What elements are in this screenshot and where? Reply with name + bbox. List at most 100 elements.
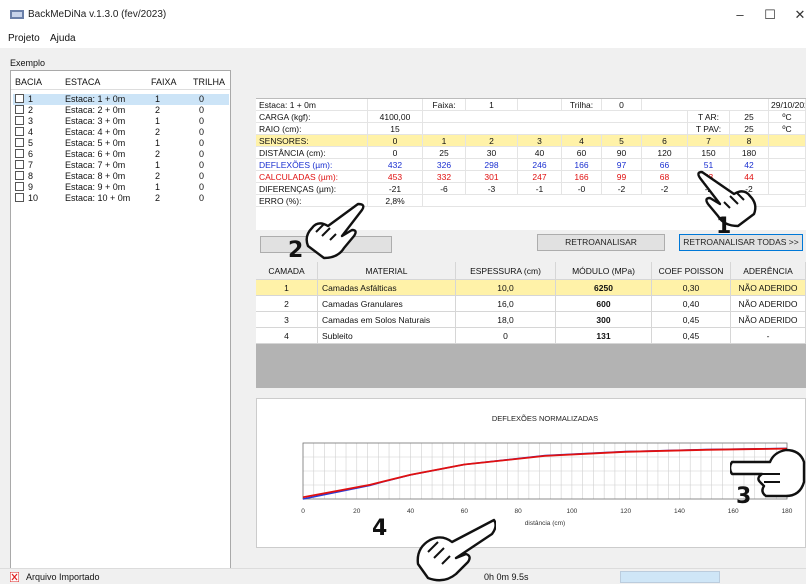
bacia-list[interactable]: BACIA ESTACA FAIXA TRILHA 1 Estaca: 1 + 0… <box>10 70 231 570</box>
tar-label: T AR: <box>688 111 730 123</box>
layer-cell-aderencia[interactable]: NÃO ADERIDO <box>731 312 806 328</box>
sensor-value: 4 <box>562 135 602 147</box>
layer-cell-poisson[interactable]: 0,45 <box>652 312 731 328</box>
layer-cell-material: Camadas Asfálticas <box>318 280 456 296</box>
maximize-button[interactable]: ☐ <box>758 6 782 24</box>
cell-bacia: 9 <box>28 182 34 192</box>
row-checkbox[interactable] <box>15 149 24 158</box>
layer-cell-modulo[interactable]: 600 <box>556 296 652 312</box>
cell-trilha: 0 <box>199 127 205 137</box>
cell-trilha: 0 <box>199 160 205 170</box>
layers-col-header[interactable]: CAMADA <box>256 262 318 280</box>
cell-faixa: 1 <box>155 160 161 170</box>
list-item[interactable]: 2 Estaca: 2 + 0m 2 0 <box>13 105 229 116</box>
row-checkbox[interactable] <box>15 160 24 169</box>
retroanalisar-button[interactable]: RETROANALISAR <box>537 234 665 251</box>
callout-number-1: 1 <box>716 214 732 239</box>
list-item[interactable]: 3 Estaca: 3 + 0m 1 0 <box>13 116 229 127</box>
sensor-value: 7 <box>688 135 730 147</box>
list-item[interactable]: 1 Estaca: 1 + 0m 1 0 <box>13 94 229 105</box>
empty-cell <box>423 111 688 123</box>
list-item[interactable]: 4 Estaca: 4 + 0m 2 0 <box>13 127 229 138</box>
layer-cell-espessura[interactable]: 18,0 <box>456 312 556 328</box>
sensor-value: 2 <box>466 135 518 147</box>
tar-value: 25 <box>730 111 769 123</box>
list-item[interactable]: 9 Estaca: 9 + 0m 1 0 <box>13 182 229 193</box>
retroanalisar-todas-button[interactable]: RETROANALISAR TODAS >> <box>679 234 803 251</box>
sensor-value: 60 <box>562 147 602 159</box>
sensor-value: -2 <box>602 183 642 195</box>
sensor-value: 453 <box>368 171 423 183</box>
list-item[interactable]: 5 Estaca: 5 + 0m 1 0 <box>13 138 229 149</box>
row-checkbox[interactable] <box>15 116 24 125</box>
cell-trilha: 0 <box>199 105 205 115</box>
file-error-icon <box>10 572 19 582</box>
layer-cell-poisson[interactable]: 0,45 <box>652 328 731 344</box>
close-button[interactable]: ✕ <box>788 6 806 24</box>
sensor-value: 5 <box>602 135 642 147</box>
faixa-label: Faixa: <box>423 99 466 111</box>
row-checkbox[interactable] <box>15 193 24 202</box>
cell-bacia: 2 <box>28 105 34 115</box>
row-checkbox[interactable] <box>15 94 24 103</box>
cell-estaca: Estaca: 6 + 0m <box>65 149 126 159</box>
row-checkbox[interactable] <box>15 105 24 114</box>
layers-col-header[interactable]: ADERÊNCIA <box>731 262 806 280</box>
layers-col-header[interactable]: MATERIAL <box>318 262 456 280</box>
layer-cell-aderencia[interactable]: NÃO ADERIDO <box>731 280 806 296</box>
sensor-value: 40 <box>518 147 562 159</box>
list-item[interactable]: 7 Estaca: 7 + 0m 1 0 <box>13 160 229 171</box>
x-tick-label: 100 <box>566 508 577 515</box>
pointing-hand-icon <box>305 202 365 260</box>
layer-cell-modulo[interactable]: 131 <box>556 328 652 344</box>
layer-cell-espessura[interactable]: 10,0 <box>456 280 556 296</box>
row-checkbox[interactable] <box>15 138 24 147</box>
layer-cell-poisson[interactable]: 0,30 <box>652 280 731 296</box>
cell-bacia: 5 <box>28 138 34 148</box>
minimize-button[interactable]: – <box>728 6 752 24</box>
row-checkbox[interactable] <box>15 171 24 180</box>
row-checkbox[interactable] <box>15 182 24 191</box>
layers-col-header[interactable]: MÓDULO (MPa) <box>556 262 652 280</box>
list-item[interactable]: 6 Estaca: 6 + 0m 2 0 <box>13 149 229 160</box>
sensor-value: -2 <box>642 183 688 195</box>
layers-col-header[interactable]: COEF POISSON <box>652 262 731 280</box>
layer-cell-poisson[interactable]: 0,40 <box>652 296 731 312</box>
layer-cell-modulo[interactable]: 6250 <box>556 280 652 296</box>
empty-cell <box>423 123 688 135</box>
col-header-trilha[interactable]: TRILHA <box>193 77 225 87</box>
date-value: 29/10/2023 <box>769 99 806 111</box>
layer-cell-aderencia[interactable]: - <box>731 328 806 344</box>
sensor-value: 97 <box>602 159 642 171</box>
trilha-value: 0 <box>602 99 642 111</box>
list-item[interactable]: 10 Estaca: 10 + 0m 2 0 <box>13 193 229 204</box>
col-header-estaca[interactable]: ESTACA <box>65 77 100 87</box>
sensor-row-label: DISTÂNCIA (cm): <box>256 147 368 159</box>
sensor-row-label: DIFERENÇAS (µm): <box>256 183 368 195</box>
menu-projeto[interactable]: Projeto <box>8 33 40 44</box>
sensor-value: 432 <box>368 159 423 171</box>
layer-cell-n: 2 <box>256 296 318 312</box>
layers-table: CAMADA MATERIAL ESPESSURA (cm) MÓDULO (MPa)… <box>256 262 806 388</box>
header-divider <box>11 89 230 90</box>
col-header-bacia[interactable]: BACIA <box>15 77 42 87</box>
layer-cell-espessura[interactable]: 0 <box>456 328 556 344</box>
sensor-value: 1 <box>423 135 466 147</box>
cell-faixa: 1 <box>155 94 161 104</box>
tab-exemplo[interactable]: Exemplo <box>10 58 45 68</box>
layer-cell-espessura[interactable]: 16,0 <box>456 296 556 312</box>
layer-cell-modulo[interactable]: 300 <box>556 312 652 328</box>
deflection-chart: DEFLEXÕES NORMALIZADAS 0 20 40 60 80 100 120 140… <box>256 398 806 548</box>
sensor-value: 0 <box>368 147 423 159</box>
cell-bacia: 4 <box>28 127 34 137</box>
col-header-faixa[interactable]: FAIXA <box>151 77 177 87</box>
x-tick-label: 160 <box>728 508 739 515</box>
layers-col-header[interactable]: ESPESSURA (cm) <box>456 262 556 280</box>
menu-ajuda[interactable]: Ajuda <box>50 33 76 44</box>
status-bar: Arquivo Importado 0h 0m 9.5s <box>0 568 806 584</box>
list-item[interactable]: 8 Estaca: 8 + 0m 2 0 <box>13 171 229 182</box>
row-checkbox[interactable] <box>15 127 24 136</box>
sensor-value: -6 <box>423 183 466 195</box>
cell-bacia: 7 <box>28 160 34 170</box>
layer-cell-aderencia[interactable]: NÃO ADERIDO <box>731 296 806 312</box>
